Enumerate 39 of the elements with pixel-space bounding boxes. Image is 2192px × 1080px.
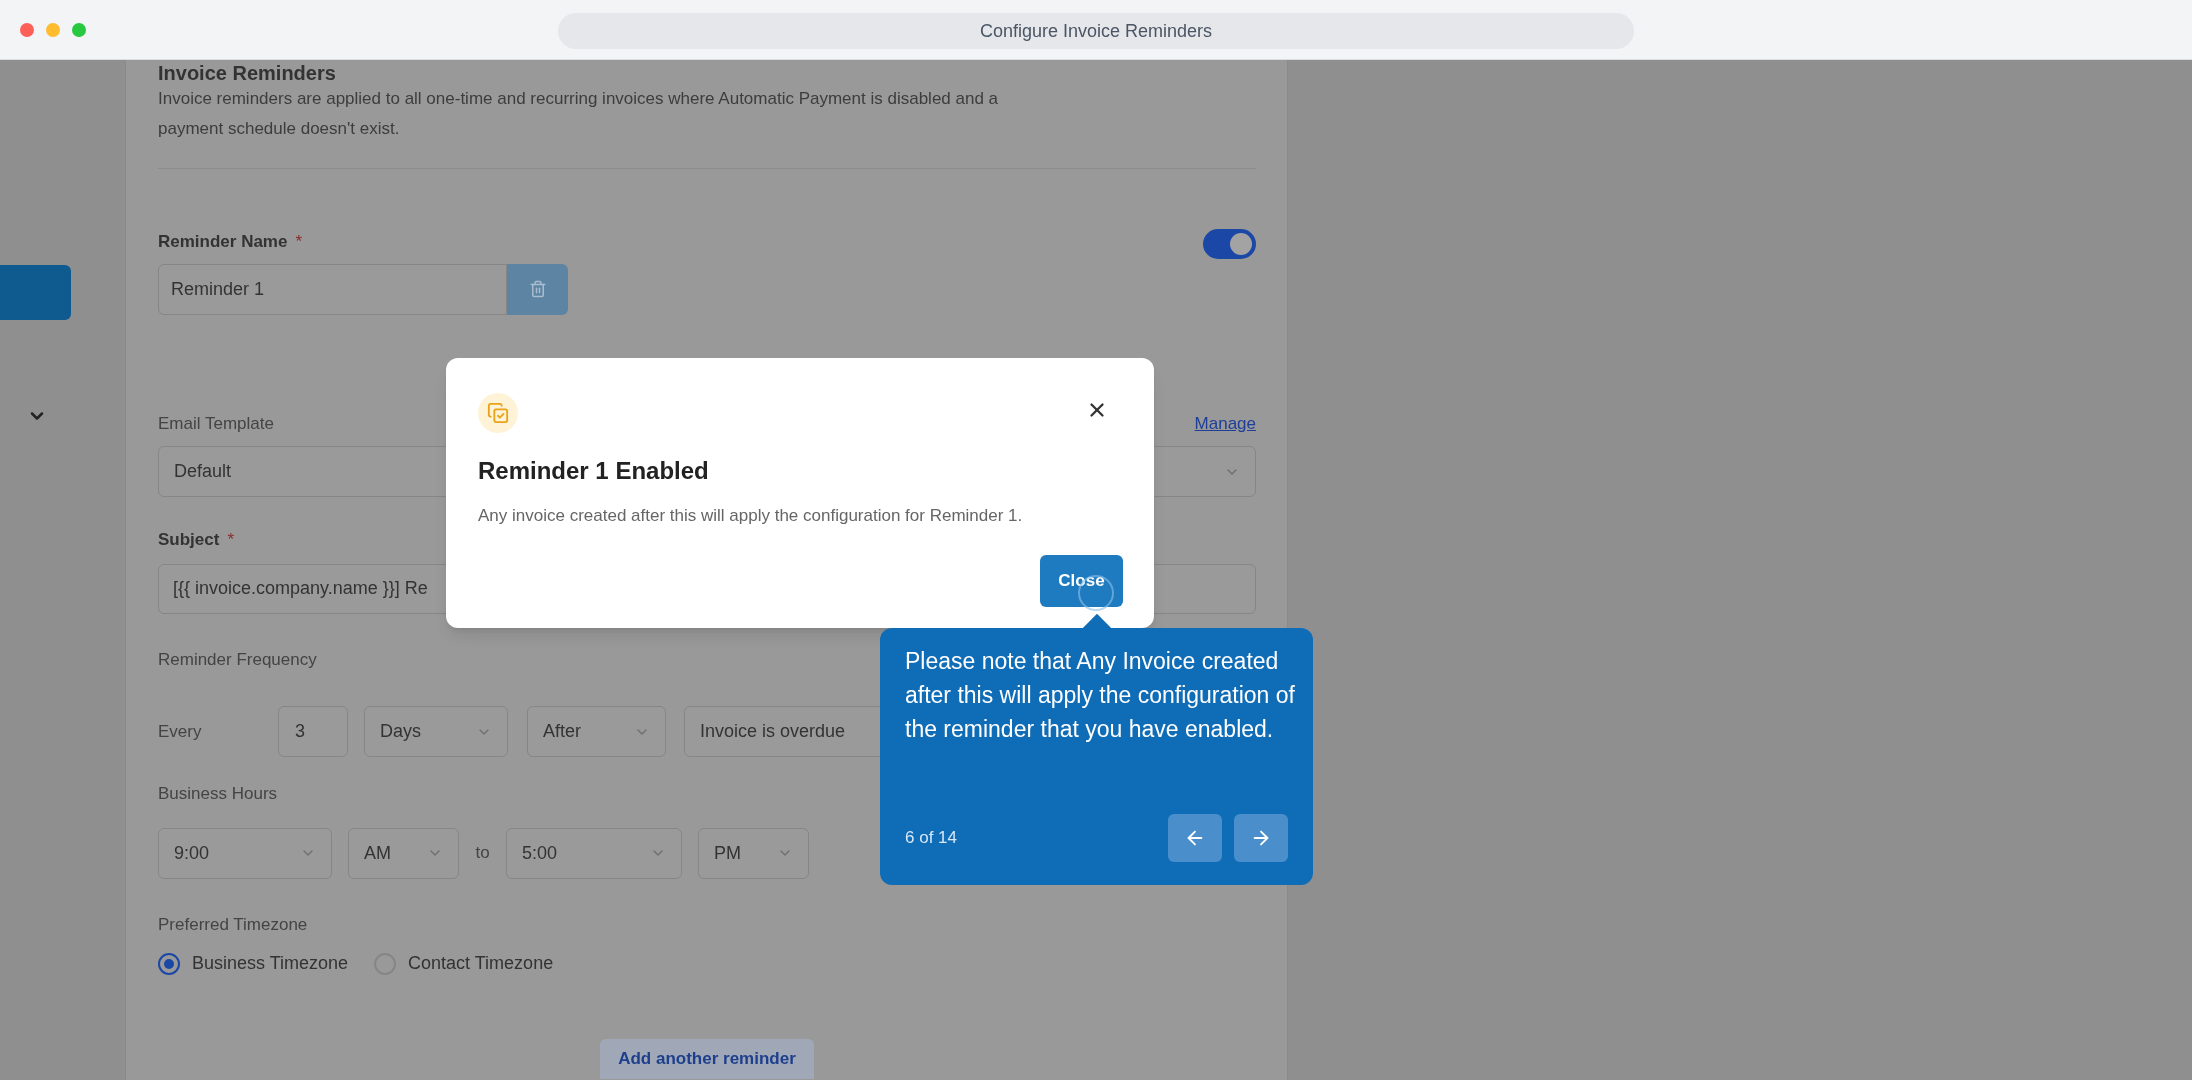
select-field[interactable]: After — [527, 706, 666, 757]
select-field[interactable]: 9:00 — [158, 827, 332, 879]
count-input[interactable]: 3 — [278, 706, 348, 757]
previous-button[interactable] — [1168, 814, 1222, 862]
modal-message: Any invoice created after this will apply the configuration for Reminder 1. — [478, 505, 1024, 527]
select-field[interactable]: Days — [364, 706, 508, 757]
field-label: Subject — [158, 529, 220, 551]
field-label: Preferred Timezone — [158, 913, 308, 936]
radio-button[interactable] — [158, 952, 180, 975]
enable-toggle[interactable] — [1203, 229, 1256, 259]
section-description: Invoice reminders are applied to all one-time and recurring invoices where Automatic Payment is disabled and a payment schedule doesn't exist. — [158, 88, 1000, 140]
reminder-name-input[interactable]: Reminder 1 — [158, 263, 507, 315]
field-label: Business Hours — [158, 783, 278, 805]
maximize-window-icon[interactable] — [72, 22, 86, 37]
close-button[interactable]: Close — [1040, 554, 1123, 607]
next-button[interactable] — [1234, 814, 1288, 862]
select-field[interactable]: PM — [698, 827, 809, 879]
step-counter: 6 of 14 — [905, 827, 957, 850]
field-label: Reminder Name — [158, 231, 288, 253]
field-label: Reminder Frequency — [158, 648, 317, 671]
minimize-window-icon[interactable] — [46, 22, 60, 37]
trash-icon — [528, 280, 547, 298]
select-field[interactable]: 5:00 — [506, 827, 682, 879]
required-marker: * — [227, 529, 235, 551]
window-title: Configure Invoice Reminders — [979, 19, 1213, 43]
every-label: Every — [158, 720, 203, 743]
section-heading: Invoice Reminders — [158, 62, 337, 84]
field-label: Email Template — [158, 412, 274, 435]
add-reminder-button[interactable]: Add another reminder — [600, 1039, 814, 1079]
required-marker: * — [295, 231, 303, 253]
delete-button[interactable] — [507, 263, 568, 315]
radio-label: Business Timezone — [192, 952, 349, 975]
to-label: to — [474, 842, 491, 865]
radio-label: Contact Timezone — [408, 952, 554, 975]
modal-title: Reminder 1 Enabled — [478, 456, 710, 486]
copy-check-icon — [478, 393, 518, 433]
select-field[interactable]: AM — [348, 827, 459, 879]
close-window-icon[interactable] — [20, 22, 34, 37]
manage-link[interactable]: Manage — [1194, 410, 1256, 436]
